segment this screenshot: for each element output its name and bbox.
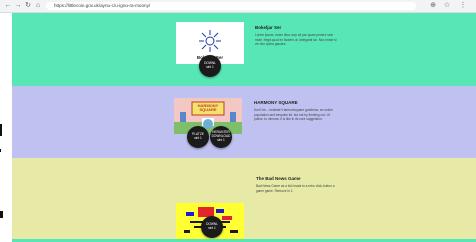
forward-icon[interactable]: → <box>13 1 23 11</box>
game-description: Don’t be... hesitate! Harmonisquare godd… <box>254 108 333 122</box>
game-section-harmony: HARMONY SQUARE PLATZE sint 1 HERUNTER DO… <box>12 86 476 158</box>
button-sublabel: sint 1 <box>217 137 225 142</box>
play-button[interactable]: PLATZE sint 1 <box>187 126 209 148</box>
game-title: Bokeljar Ser <box>255 25 282 30</box>
left-edge-mark <box>0 124 2 136</box>
zoom-icon[interactable]: ⊕ <box>428 1 438 11</box>
address-bar[interactable]: https://littlecoin.gov.uk/aynu-c/u-ignu-… <box>46 2 416 10</box>
menu-icon[interactable]: ⋮ <box>458 1 468 11</box>
game-section-bokeljar: Bokeljar Ser DOWNL sint 1 Bokeljar Ser L… <box>12 13 476 86</box>
button-sublabel: sint 1 <box>206 65 214 69</box>
left-edge-mark <box>0 149 1 152</box>
url-text: https://littlecoin.gov.uk/aynu-c/u-ignu-… <box>54 3 151 8</box>
game-description: Bad News Game as a link leads to a retro… <box>256 184 335 193</box>
download-button[interactable]: DOWNL sint 1 <box>199 55 221 77</box>
reload-icon[interactable]: ↻ <box>23 1 33 11</box>
game-title: HARMONY SQUARE <box>254 100 298 105</box>
button-sublabel: sint 1 <box>208 226 216 230</box>
game-description: Lorem ipsum, lorem libra corp sit par qu… <box>255 33 337 47</box>
left-edge-mark <box>0 211 3 218</box>
home-icon[interactable]: ⌂ <box>33 1 43 11</box>
game-title: The Bad News Game <box>256 176 301 181</box>
browser-toolbar: ← → ↻ ⌂ https://littlecoin.gov.uk/aynu-c… <box>0 0 476 13</box>
game-thumbnail-harmony[interactable]: HARMONY SQUARE <box>174 98 242 134</box>
download-button[interactable]: DOWNL sint 1 <box>201 216 223 238</box>
game-section-bad-news: DOWNL sint 1 The Bad News Game Bad News … <box>12 158 476 241</box>
star-icon[interactable]: ☆ <box>442 1 452 11</box>
thumb-caption: HARMONY SQUARE <box>197 103 219 113</box>
download-button[interactable]: HERUNTER DOWNLOAD sint 1 <box>210 126 232 148</box>
button-sublabel: sint 1 <box>194 136 202 140</box>
back-icon[interactable]: ← <box>3 1 13 11</box>
